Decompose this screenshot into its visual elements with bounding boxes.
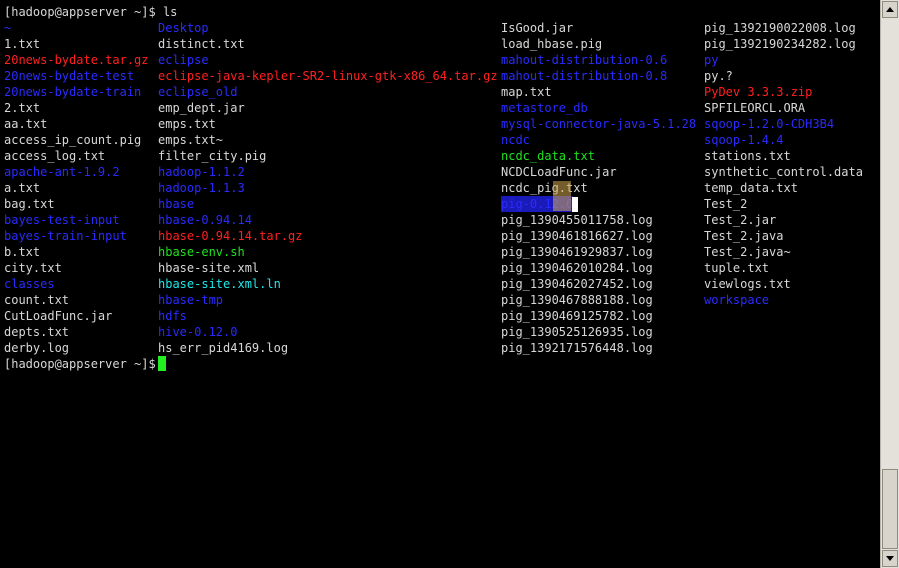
shell-prompt: [hadoop@appserver ~]$: [4, 5, 163, 19]
ls-entry: workspace: [704, 293, 770, 307]
ls-entry: hbase: [158, 197, 195, 211]
vertical-scrollbar[interactable]: [880, 0, 899, 568]
ls-entry: synthetic_control.data: [704, 165, 863, 179]
ls-entry: mahout-distribution-0.6: [501, 53, 668, 67]
ls-entry: 20news-bydate-test: [4, 69, 135, 83]
ls-entry: temp_data.txt: [704, 181, 798, 195]
mouse-selection-block: [572, 197, 578, 212]
ls-entry: hbase-site.xml: [158, 261, 260, 275]
scroll-down-button[interactable]: [882, 550, 898, 567]
ls-entry: hbase-env.sh: [158, 245, 245, 259]
command-line: [hadoop@appserver ~]$ ls: [4, 4, 177, 20]
ls-entry: eclipse: [158, 53, 209, 67]
ls-entry: filter_city.pig: [158, 149, 267, 163]
ls-entry: hbase-tmp: [158, 293, 224, 307]
drag-ghost: [553, 181, 571, 211]
ls-entry: Test_2: [704, 197, 748, 211]
final-prompt-line: [hadoop@appserver ~]$: [4, 356, 163, 372]
ls-entry: pig_1392190022008.log: [704, 21, 856, 35]
ls-entry: Test_2.java: [704, 229, 784, 243]
ls-entry: pig_1392190234282.log: [704, 37, 856, 51]
ls-entry: hive-0.12.0: [158, 325, 238, 339]
ls-entry: Test_2.java~: [704, 245, 791, 259]
ls-entry: stations.txt: [704, 149, 791, 163]
scroll-thumb[interactable]: [882, 469, 898, 549]
ls-entry: emps.txt: [158, 117, 216, 131]
ls-entry: sqoop-1.4.4: [704, 133, 784, 147]
ls-entry: pig_1390461929837.log: [501, 245, 653, 259]
ls-entry: count.txt: [4, 293, 70, 307]
ls-entry: pig_1390462010284.log: [501, 261, 653, 275]
ls-entry: classes: [4, 277, 55, 291]
ls-entry: py.?: [704, 69, 733, 83]
ls-entry: pig_1390461816627.log: [501, 229, 653, 243]
ls-entry: pig_1390455011758.log: [501, 213, 653, 227]
ls-entry: pig_1390467888188.log: [501, 293, 653, 307]
ls-entry: hadoop-1.1.2: [158, 165, 245, 179]
terminal-window[interactable]: [hadoop@appserver ~]$ ls ~1.txt 20news-by…: [0, 0, 880, 568]
ls-entry: apache-ant-1.9.2: [4, 165, 120, 179]
ls-entry: hbase-0.94.14: [158, 213, 252, 227]
ls-entry: bayes-train-input: [4, 229, 127, 243]
ls-entry: city.txt: [4, 261, 62, 275]
ls-entry: bayes-test-input: [4, 213, 120, 227]
scroll-up-button[interactable]: [882, 1, 898, 18]
ls-entry: PyDev 3.3.3.zip: [704, 85, 813, 99]
ls-entry: distinct.txt: [158, 37, 245, 51]
ls-entry: ncdc_pig.txt: [501, 181, 588, 195]
ls-entry: pig_1392171576448.log: [501, 341, 653, 355]
ls-entry: ncdc_data.txt: [501, 149, 595, 163]
ls-entry: hadoop-1.1.3: [158, 181, 245, 195]
ls-entry: Test_2.jar: [704, 213, 777, 227]
ls-entry: CutLoadFunc.jar: [4, 309, 113, 323]
ls-entry: pig_1390525126935.log: [501, 325, 653, 339]
ls-entry: 20news-bydate-train: [4, 85, 142, 99]
arrow-down-icon: [886, 556, 894, 561]
ls-entry: mysql-connector-java-5.1.28: [501, 117, 697, 131]
ls-entry: emps.txt~: [158, 133, 224, 147]
ls-entry: SPFILEORCL.ORA: [704, 101, 806, 115]
ls-entry: eclipse-java-kepler-SR2-linux-gtk-x86_64…: [158, 69, 498, 83]
ls-entry: aa.txt: [4, 117, 48, 131]
ls-entry: viewlogs.txt: [704, 277, 791, 291]
command-text: ls: [162, 5, 178, 19]
terminal-cursor: [158, 356, 166, 371]
ls-entry: emp_dept.jar: [158, 101, 245, 115]
ls-entry: hbase-site.xml.ln: [158, 277, 281, 291]
ls-entry: ncdc: [501, 133, 530, 147]
ls-entry: sqoop-1.2.0-CDH3B4: [704, 117, 835, 131]
ls-entry: pig_1390462027452.log: [501, 277, 653, 291]
ls-entry: pig_1390469125782.log: [501, 309, 653, 323]
ls-entry: Desktop: [158, 21, 209, 35]
ls-entry: access_ip_count.pig: [4, 133, 142, 147]
ls-entry: ~: [4, 21, 12, 35]
ls-entry: IsGood.jar: [501, 21, 574, 35]
arrow-up-icon: [886, 7, 894, 12]
ls-entry: derby.log: [4, 341, 70, 355]
ls-entry: 20news-bydate.tar.gz: [4, 53, 149, 67]
ls-entry: map.txt: [501, 85, 552, 99]
ls-entry: 2.txt: [4, 101, 41, 115]
shell-prompt-final: [hadoop@appserver ~]$: [4, 357, 163, 371]
ls-entry: tuple.txt: [704, 261, 770, 275]
ls-entry: load_hbase.pig: [501, 37, 603, 51]
ls-entry: metastore_db: [501, 101, 588, 115]
ls-entry: access_log.txt: [4, 149, 106, 163]
ls-entry: mahout-distribution-0.8: [501, 69, 668, 83]
ls-entry: bag.txt: [4, 197, 55, 211]
ls-entry: a.txt: [4, 181, 41, 195]
ls-entry: py: [704, 53, 719, 67]
ls-entry: eclipse_old: [158, 85, 238, 99]
ls-entry: hbase-0.94.14.tar.gz: [158, 229, 303, 243]
ls-entry: b.txt: [4, 245, 41, 259]
ls-entry: hs_err_pid4169.log: [158, 341, 289, 355]
ls-entry: hdfs: [158, 309, 187, 323]
ls-entry: NCDCLoadFunc.jar: [501, 165, 617, 179]
ls-entry: 1.txt: [4, 37, 41, 51]
ls-entry: depts.txt: [4, 325, 70, 339]
